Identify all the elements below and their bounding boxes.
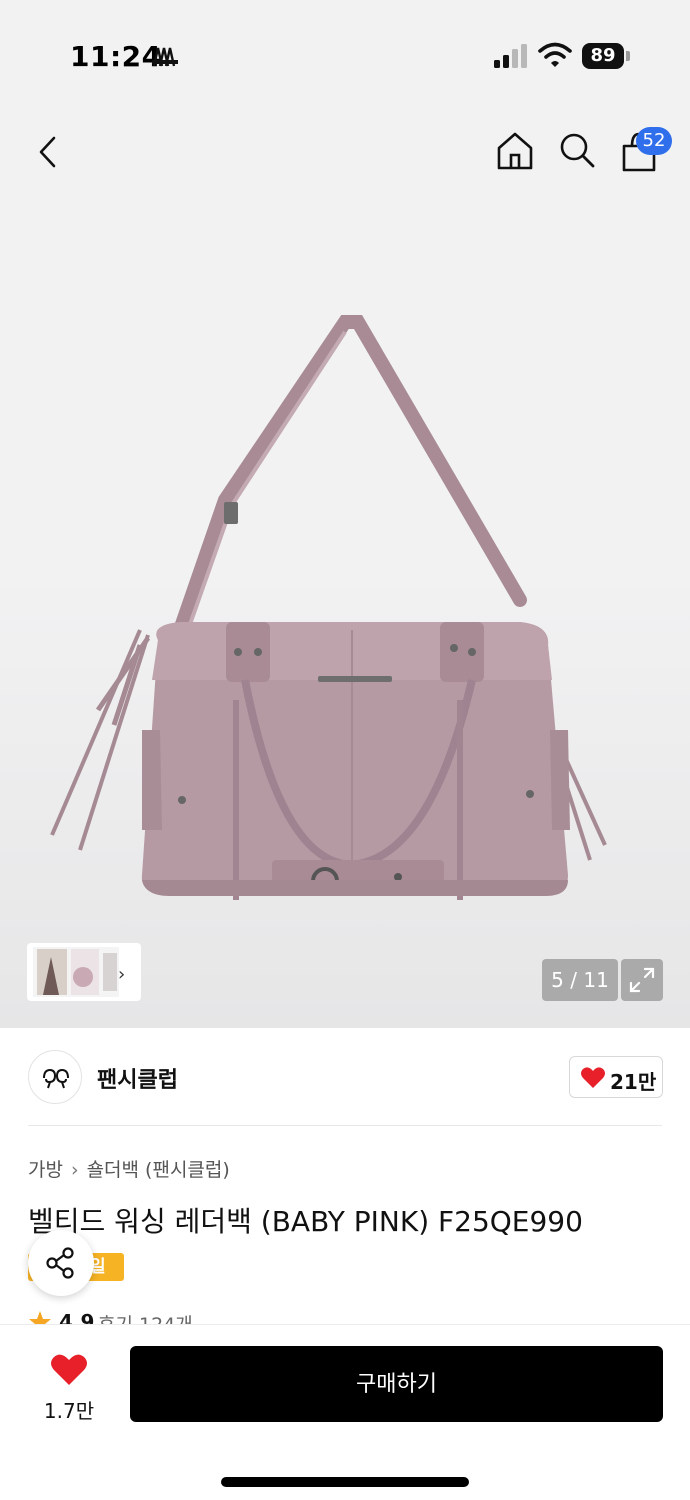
status-bar: 11:24 89 [0, 0, 690, 110]
cart-count-badge: 52 [636, 127, 672, 155]
heart-icon [51, 1354, 87, 1385]
product-image[interactable] [40, 300, 660, 920]
thumbnail-image[interactable] [33, 947, 119, 997]
bottom-action-bar: 1.7만 구매하기 [0, 1324, 690, 1500]
search-icon[interactable] [554, 128, 600, 174]
battery-indicator: 89 [582, 43, 630, 69]
divider [28, 1125, 662, 1126]
wishlist-button[interactable]: 1.7만 [30, 1345, 108, 1425]
signal-icon [494, 44, 527, 68]
home-indicator[interactable] [221, 1477, 469, 1487]
chevron-right-icon[interactable]: › [118, 964, 125, 985]
share-button[interactable] [28, 1230, 94, 1296]
rating-row[interactable]: 4.9 후기 124개 [28, 1308, 328, 1324]
battery-level: 89 [582, 43, 624, 69]
wifi-icon [538, 42, 572, 67]
home-icon[interactable] [492, 128, 538, 174]
brand-like-button[interactable]: 21만 [569, 1056, 663, 1098]
wishlist-count: 1.7만 [43, 1399, 95, 1423]
brand-name[interactable]: 팬시클럽 [97, 1062, 178, 1094]
notification-icon [152, 47, 178, 67]
heart-icon [581, 1067, 605, 1088]
brand-row[interactable]: 팬시클럽 21만 [0, 1028, 690, 1126]
back-arrow-icon[interactable] [28, 130, 72, 174]
review-count[interactable]: 후기 124개 [98, 1310, 193, 1324]
buy-button[interactable]: 구매하기 [130, 1346, 663, 1422]
star-icon [29, 1311, 51, 1324]
expand-icon[interactable] [621, 959, 663, 1001]
breadcrumb-category[interactable]: 가방 [28, 1159, 63, 1181]
brand-like-count: 21만 [610, 1070, 657, 1094]
rating-value: 4.9 [59, 1310, 95, 1324]
chevron-right-icon: › [70, 1159, 79, 1181]
top-nav [0, 110, 690, 196]
battery-tip [626, 51, 630, 61]
product-title: 벨티드 워싱 레더백 (BABY PINK) F25QE990 [28, 1205, 583, 1238]
image-counter: 5 / 11 [542, 959, 618, 1001]
breadcrumb: 가방 › 숄더백 (팬시클럽) [28, 1155, 230, 1182]
share-icon [46, 1247, 74, 1279]
breadcrumb-subcategory[interactable]: 숄더백 (팬시클럽) [87, 1159, 230, 1181]
status-time: 11:24 [70, 40, 162, 73]
brand-logo[interactable] [28, 1050, 82, 1104]
